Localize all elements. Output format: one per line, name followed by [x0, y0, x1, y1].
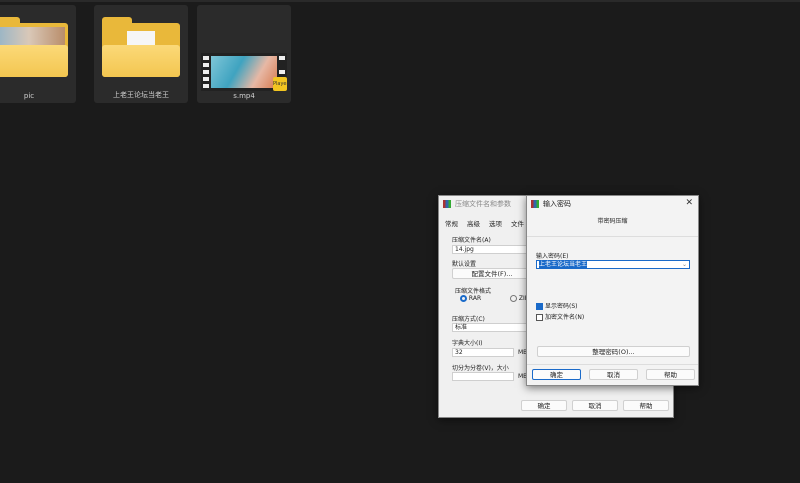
password-input[interactable]: 上老王论坛当老王 ⌄	[536, 260, 690, 269]
folder-icon	[102, 17, 180, 77]
tab-advanced[interactable]: 高级	[467, 218, 480, 228]
file-tile-folder[interactable]: 上老王论坛当老王	[94, 5, 188, 103]
dict-label: 字典大小(I)	[452, 340, 483, 347]
ok-button[interactable]: 确定	[521, 400, 567, 411]
folder-icon	[0, 17, 68, 77]
split-label: 切分为分卷(V)，大小	[452, 365, 509, 372]
dialog-subtitle: 带密码压缩	[597, 218, 628, 225]
tab-general[interactable]: 常规	[445, 218, 458, 228]
ok-button[interactable]: 确定	[532, 369, 581, 380]
password-label: 输入密码(E)	[536, 253, 569, 260]
help-button[interactable]: 帮助	[623, 400, 669, 411]
file-tile-video[interactable]: Player s.mp4	[197, 5, 291, 103]
cancel-button[interactable]: 取消	[589, 369, 638, 380]
tab-options[interactable]: 选项	[489, 218, 502, 228]
dialog-title: 输入密码	[543, 200, 571, 208]
password-dialog: 输入密码 ✕ 带密码压缩 输入密码(E) 上老王论坛当老王 ⌄ 显示密码(S) 加…	[526, 195, 699, 386]
split-select[interactable]	[452, 372, 514, 381]
dialog-title: 压缩文件名和参数	[455, 200, 511, 208]
file-name: s.mp4	[233, 92, 255, 100]
close-icon[interactable]: ✕	[685, 198, 693, 208]
method-label: 压缩方式(C)	[452, 316, 485, 323]
top-border	[0, 0, 800, 2]
archive-name-input[interactable]: 14.jpg	[452, 245, 532, 254]
file-name: 上老王论坛当老王	[113, 91, 169, 99]
tab-files[interactable]: 文件	[511, 218, 524, 228]
format-label: 压缩文件格式	[455, 288, 492, 295]
winrar-icon	[531, 200, 539, 208]
player-badge-icon: Player	[273, 77, 289, 91]
organize-passwords-button[interactable]: 整理密码(O)...	[537, 346, 690, 357]
default-settings-label: 默认设置	[452, 261, 477, 268]
dict-select[interactable]: 32	[452, 348, 514, 357]
file-tile-pic[interactable]: pic	[0, 5, 76, 103]
file-name: pic	[23, 92, 35, 100]
profiles-button[interactable]: 配置文件(F)...	[452, 268, 532, 279]
help-button[interactable]: 帮助	[646, 369, 695, 380]
radio-rar[interactable]: RAR	[460, 295, 481, 302]
cancel-button[interactable]: 取消	[572, 400, 618, 411]
encrypt-names-checkbox[interactable]: 加密文件名(N)	[536, 312, 584, 321]
winrar-icon	[443, 200, 451, 208]
video-thumbnail: Player	[201, 53, 289, 91]
archive-name-label: 压缩文件名(A)	[452, 237, 491, 244]
method-select[interactable]: 标准	[452, 323, 532, 332]
show-password-checkbox[interactable]: 显示密码(S)	[536, 301, 578, 310]
